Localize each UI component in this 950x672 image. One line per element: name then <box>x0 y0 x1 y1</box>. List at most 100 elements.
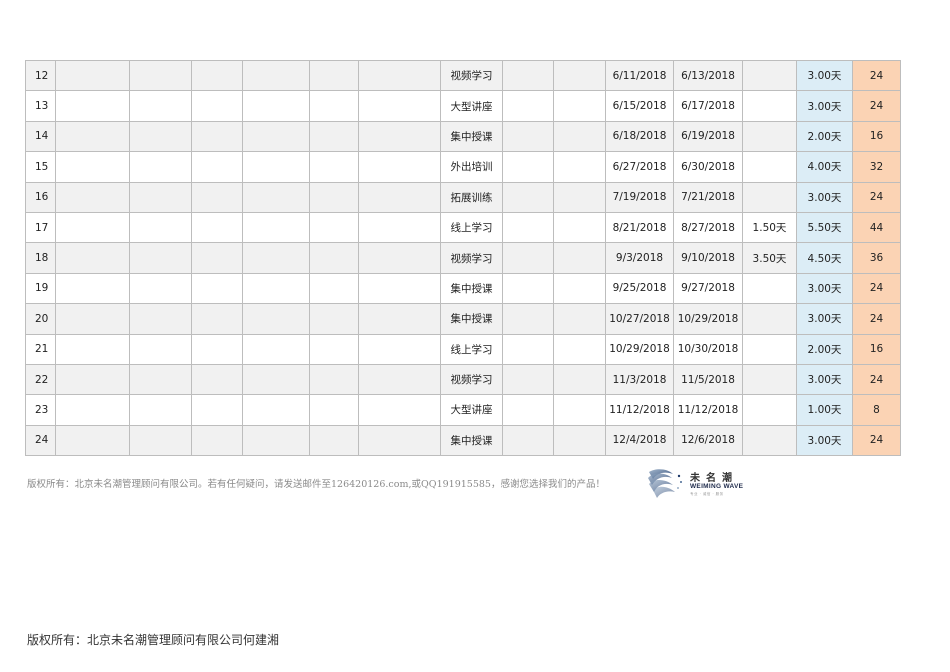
empty-cell[interactable] <box>309 90 359 122</box>
empty-cell[interactable] <box>242 272 310 305</box>
empty-cell[interactable] <box>358 90 441 122</box>
hours-cell[interactable]: 16 <box>852 120 901 153</box>
empty-cell[interactable] <box>309 151 359 183</box>
empty-cell[interactable] <box>191 394 243 426</box>
empty-cell[interactable] <box>502 303 554 335</box>
empty-cell[interactable] <box>55 151 130 183</box>
duration-days-cell[interactable]: 3.00天 <box>796 181 853 213</box>
start-date-cell[interactable]: 6/27/2018 <box>605 151 674 183</box>
row-number-cell[interactable]: 14 <box>25 120 56 153</box>
empty-cell[interactable] <box>191 303 243 335</box>
duration-days-cell[interactable]: 3.00天 <box>796 272 853 305</box>
training-type-cell[interactable]: 拓展训练 <box>440 181 503 213</box>
extra-days-cell[interactable] <box>742 394 797 426</box>
empty-cell[interactable] <box>358 120 441 153</box>
training-type-cell[interactable]: 集中授课 <box>440 303 503 335</box>
empty-cell[interactable] <box>242 424 310 457</box>
training-type-cell[interactable]: 线上学习 <box>440 333 503 365</box>
end-date-cell[interactable]: 6/17/2018 <box>673 90 743 122</box>
end-date-cell[interactable]: 6/13/2018 <box>673 59 743 92</box>
hours-cell[interactable]: 24 <box>852 272 901 305</box>
empty-cell[interactable] <box>129 363 192 396</box>
empty-cell[interactable] <box>309 181 359 213</box>
empty-cell[interactable] <box>502 242 554 274</box>
empty-cell[interactable] <box>191 211 243 244</box>
extra-days-cell[interactable] <box>742 363 797 396</box>
extra-days-cell[interactable] <box>742 120 797 153</box>
empty-cell[interactable] <box>553 59 606 92</box>
end-date-cell[interactable]: 8/27/2018 <box>673 211 743 244</box>
empty-cell[interactable] <box>309 303 359 335</box>
duration-days-cell[interactable]: 3.00天 <box>796 59 853 92</box>
empty-cell[interactable] <box>55 394 130 426</box>
empty-cell[interactable] <box>191 363 243 396</box>
duration-days-cell[interactable]: 4.00天 <box>796 151 853 183</box>
empty-cell[interactable] <box>553 181 606 213</box>
empty-cell[interactable] <box>553 151 606 183</box>
training-type-cell[interactable]: 线上学习 <box>440 211 503 244</box>
empty-cell[interactable] <box>502 120 554 153</box>
empty-cell[interactable] <box>358 333 441 365</box>
empty-cell[interactable] <box>502 394 554 426</box>
extra-days-cell[interactable] <box>742 303 797 335</box>
start-date-cell[interactable]: 11/3/2018 <box>605 363 674 396</box>
empty-cell[interactable] <box>242 90 310 122</box>
hours-cell[interactable]: 24 <box>852 303 901 335</box>
empty-cell[interactable] <box>242 394 310 426</box>
row-number-cell[interactable]: 15 <box>25 151 56 183</box>
empty-cell[interactable] <box>358 59 441 92</box>
row-number-cell[interactable]: 13 <box>25 90 56 122</box>
empty-cell[interactable] <box>129 90 192 122</box>
start-date-cell[interactable]: 9/3/2018 <box>605 242 674 274</box>
empty-cell[interactable] <box>55 120 130 153</box>
empty-cell[interactable] <box>191 120 243 153</box>
empty-cell[interactable] <box>309 272 359 305</box>
hours-cell[interactable]: 24 <box>852 363 901 396</box>
empty-cell[interactable] <box>191 242 243 274</box>
extra-days-cell[interactable]: 1.50天 <box>742 211 797 244</box>
training-type-cell[interactable]: 集中授课 <box>440 272 503 305</box>
empty-cell[interactable] <box>309 394 359 426</box>
extra-days-cell[interactable] <box>742 272 797 305</box>
empty-cell[interactable] <box>129 242 192 274</box>
empty-cell[interactable] <box>553 394 606 426</box>
empty-cell[interactable] <box>242 181 310 213</box>
duration-days-cell[interactable]: 3.00天 <box>796 90 853 122</box>
row-number-cell[interactable]: 24 <box>25 424 56 457</box>
row-number-cell[interactable]: 17 <box>25 211 56 244</box>
empty-cell[interactable] <box>55 59 130 92</box>
duration-days-cell[interactable]: 4.50天 <box>796 242 853 274</box>
empty-cell[interactable] <box>242 120 310 153</box>
empty-cell[interactable] <box>129 181 192 213</box>
duration-days-cell[interactable]: 3.00天 <box>796 424 853 457</box>
empty-cell[interactable] <box>502 211 554 244</box>
empty-cell[interactable] <box>309 333 359 365</box>
empty-cell[interactable] <box>191 59 243 92</box>
training-type-cell[interactable]: 大型讲座 <box>440 394 503 426</box>
row-number-cell[interactable]: 19 <box>25 272 56 305</box>
duration-days-cell[interactable]: 2.00天 <box>796 333 853 365</box>
empty-cell[interactable] <box>129 394 192 426</box>
row-number-cell[interactable]: 21 <box>25 333 56 365</box>
end-date-cell[interactable]: 7/21/2018 <box>673 181 743 213</box>
empty-cell[interactable] <box>129 333 192 365</box>
end-date-cell[interactable]: 11/12/2018 <box>673 394 743 426</box>
empty-cell[interactable] <box>358 151 441 183</box>
empty-cell[interactable] <box>55 333 130 365</box>
training-type-cell[interactable]: 大型讲座 <box>440 90 503 122</box>
row-number-cell[interactable]: 16 <box>25 181 56 213</box>
end-date-cell[interactable]: 6/30/2018 <box>673 151 743 183</box>
empty-cell[interactable] <box>242 59 310 92</box>
extra-days-cell[interactable] <box>742 90 797 122</box>
empty-cell[interactable] <box>358 272 441 305</box>
empty-cell[interactable] <box>242 363 310 396</box>
empty-cell[interactable] <box>553 303 606 335</box>
empty-cell[interactable] <box>242 303 310 335</box>
empty-cell[interactable] <box>55 242 130 274</box>
empty-cell[interactable] <box>553 363 606 396</box>
training-type-cell[interactable]: 视频学习 <box>440 363 503 396</box>
empty-cell[interactable] <box>242 211 310 244</box>
extra-days-cell[interactable] <box>742 181 797 213</box>
empty-cell[interactable] <box>129 120 192 153</box>
start-date-cell[interactable]: 10/27/2018 <box>605 303 674 335</box>
